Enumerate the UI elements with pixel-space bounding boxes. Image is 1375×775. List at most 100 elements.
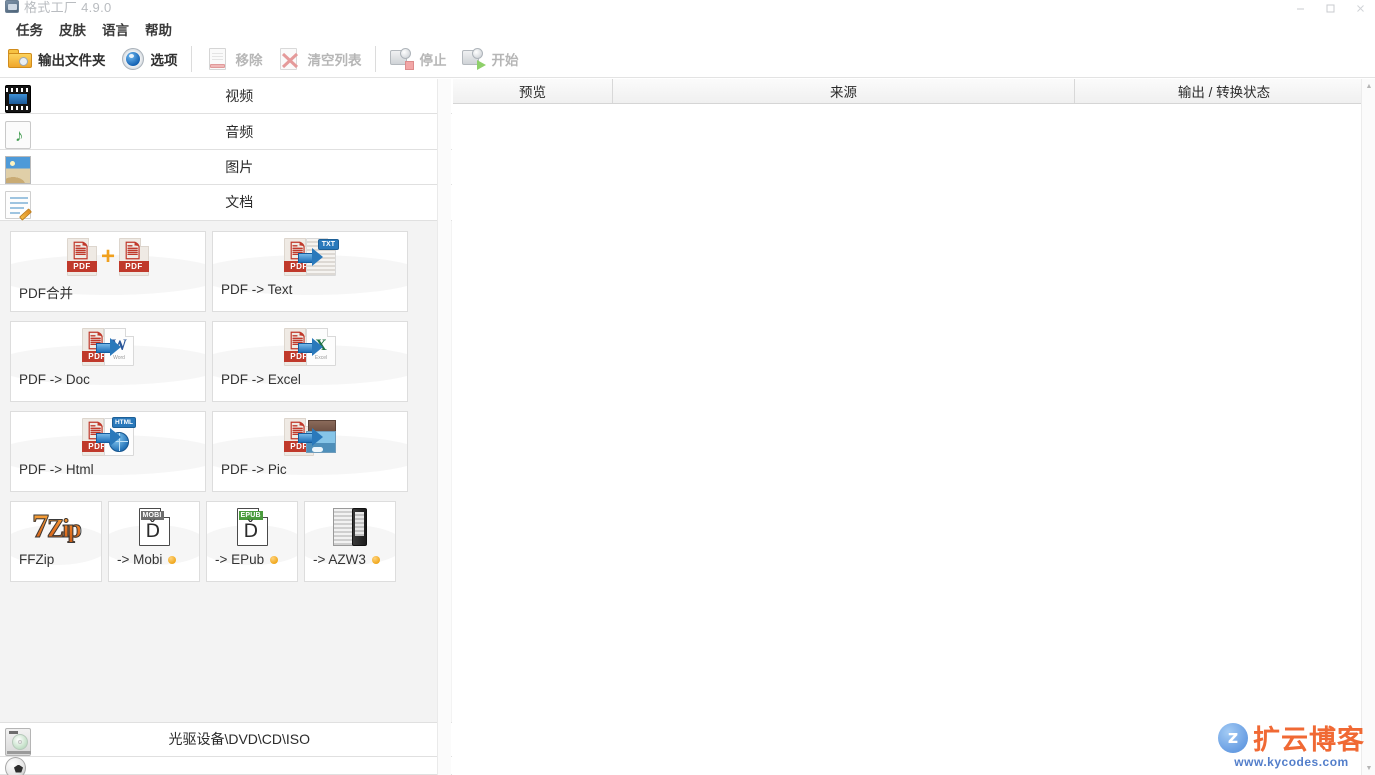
category-video[interactable]: 视频 xyxy=(0,79,452,115)
category-picture-label: 图片 xyxy=(225,158,254,175)
picture-icon xyxy=(5,155,32,184)
tile-label: FFZip xyxy=(19,552,55,567)
tile-to-epub[interactable]: EPUB Ď -> EPub xyxy=(206,501,298,582)
tile-label: -> Mobi xyxy=(117,552,163,567)
category-picture[interactable]: 图片 xyxy=(0,149,452,186)
document-pencil-icon xyxy=(5,191,33,222)
remove-button[interactable]: 移除 xyxy=(198,42,270,76)
to-mobi-icon: MOBI Ď xyxy=(109,502,199,552)
menu-bar: 任务 皮肤 语言 帮助 xyxy=(0,18,1375,39)
clear-list-icon xyxy=(277,46,303,72)
pdf-to-doc-icon: 🗎 PDF W Word xyxy=(11,322,205,372)
music-note-icon: ♪ xyxy=(5,120,32,149)
stop-icon xyxy=(389,46,415,72)
output-folder-button[interactable]: 输出文件夹 xyxy=(0,42,113,76)
tile-to-azw3[interactable]: -> AZW3 xyxy=(304,501,396,582)
maximize-icon[interactable] xyxy=(1315,0,1345,16)
task-list-body[interactable] xyxy=(453,104,1361,775)
pdf-to-html-icon: 🗎 PDF HTML xyxy=(11,412,205,462)
category-optical-disc-label: 光驱设备\DVD\CD\ISO xyxy=(168,731,311,748)
left-sidebar: 视频 ♪ 音频 图片 文档 🗎 PDF + 🗎 PDF PDF合并 🗎 PDF … xyxy=(0,79,452,775)
close-icon[interactable] xyxy=(1345,0,1375,16)
tile-label: PDF -> Pic xyxy=(221,462,287,477)
optical-disc-icon xyxy=(5,728,32,757)
options-label: 选项 xyxy=(150,52,178,68)
stop-button[interactable]: 停止 xyxy=(382,42,454,76)
window-title: 格式工厂 4.9.0 xyxy=(24,0,112,15)
application-window: 格式工厂 4.9.0 任务 皮肤 语言 帮助 输出文件夹 选项 移除 清空列表 … xyxy=(0,0,1375,775)
tile-label-group: -> EPub xyxy=(207,552,297,567)
pdf-to-text-icon: 🗎 PDF TXT xyxy=(213,232,407,282)
pdf-to-pic-icon: 🗎 PDF xyxy=(213,412,407,462)
menu-language[interactable]: 语言 xyxy=(94,18,137,40)
menu-help[interactable]: 帮助 xyxy=(137,18,180,40)
new-badge-dot xyxy=(270,555,279,564)
tile-row: 7Zip FFZip MOBI Ď -> Mobi EPUB Ď -> EPub… xyxy=(10,501,452,582)
clear-list-label: 清空列表 xyxy=(307,52,362,68)
category-optical-disc[interactable]: 光驱设备\DVD\CD\ISO xyxy=(0,721,452,757)
category-audio-label: 音频 xyxy=(225,123,254,140)
tile-label: PDF合并 xyxy=(19,286,73,301)
tile-row: 🗎PDF + 🗎PDF PDF合并 🗎PDF TXT PDF -> Tex xyxy=(10,231,452,312)
remove-document-icon xyxy=(205,46,231,72)
tile-to-mobi[interactable]: MOBI Ď -> Mobi xyxy=(108,501,200,582)
folder-icon xyxy=(7,46,33,72)
scroll-up-arrow[interactable]: ▲ xyxy=(1362,79,1375,93)
tile-row: 🗎 PDF HTML PDF -> Html 🗎 PDF PDF -> Pic xyxy=(10,411,452,492)
task-list-header: 预览 来源 输出 / 转换状态 xyxy=(453,79,1375,104)
left-panel-scrollbar[interactable] xyxy=(437,79,451,775)
pdf-to-excel-icon: 🗎 PDF X Excel xyxy=(213,322,407,372)
left-bottom-categories: 光驱设备\DVD\CD\ISO xyxy=(0,721,452,775)
to-azw3-icon xyxy=(305,502,395,552)
tile-label-group: -> AZW3 xyxy=(305,552,395,567)
column-preview[interactable]: 预览 xyxy=(453,79,613,103)
tile-pdf-to-doc[interactable]: 🗎 PDF W Word PDF -> Doc xyxy=(10,321,206,402)
pdf-merge-icon: 🗎 PDF + 🗎 PDF xyxy=(11,232,205,282)
tile-label: PDF -> Doc xyxy=(19,372,90,387)
tile-label-group: -> Mobi xyxy=(109,552,199,567)
menu-skin[interactable]: 皮肤 xyxy=(51,18,94,40)
new-badge-dot xyxy=(168,555,177,564)
new-badge-dot xyxy=(371,555,380,564)
output-folder-label: 输出文件夹 xyxy=(38,52,106,68)
conversion-tiles: 🗎PDF + 🗎PDF PDF合并 🗎PDF TXT PDF -> Tex xyxy=(0,221,452,775)
remove-label: 移除 xyxy=(235,52,263,68)
toolbar: 输出文件夹 选项 移除 清空列表 停止 开始 xyxy=(0,40,1375,78)
menu-task[interactable]: 任务 xyxy=(8,18,51,40)
tile-pdf-to-excel[interactable]: 🗎 PDF X Excel PDF -> Excel xyxy=(212,321,408,402)
title-bar: 格式工厂 4.9.0 xyxy=(0,0,1375,16)
minimize-icon[interactable] xyxy=(1285,0,1315,16)
column-source[interactable]: 来源 xyxy=(613,79,1075,103)
options-button[interactable]: 选项 xyxy=(113,42,185,76)
window-controls xyxy=(1285,0,1375,16)
tile-row: 🗎 PDF W Word PDF -> Doc 🗎 PDF X Excel PDF ->… xyxy=(10,321,452,402)
tile-pdf-to-html[interactable]: 🗎 PDF HTML PDF -> Html xyxy=(10,411,206,492)
tile-label: PDF -> Excel xyxy=(221,372,301,387)
task-list-scrollbar[interactable]: ▲ ▼ xyxy=(1361,79,1375,775)
column-output-status[interactable]: 输出 / 转换状态 xyxy=(1075,79,1373,103)
tile-pdf-merge[interactable]: 🗎 PDF + 🗎 PDF PDF合并 xyxy=(10,231,206,312)
tile-label: PDF -> Html xyxy=(19,462,94,477)
start-label: 开始 xyxy=(491,52,519,68)
category-audio[interactable]: ♪ 音频 xyxy=(0,114,452,150)
gear-icon xyxy=(120,46,146,72)
tile-ffzip[interactable]: 7Zip FFZip xyxy=(10,501,102,582)
film-strip-icon xyxy=(5,85,32,114)
category-tools[interactable] xyxy=(0,756,452,775)
start-button[interactable]: 开始 xyxy=(454,42,526,76)
start-icon xyxy=(461,46,487,72)
clear-list-button[interactable]: 清空列表 xyxy=(270,42,369,76)
tile-label: PDF -> Text xyxy=(221,282,293,297)
tools-icon xyxy=(5,756,27,775)
toolbar-separator-1 xyxy=(190,45,192,72)
category-document-label: 文档 xyxy=(225,194,254,211)
scroll-down-arrow[interactable]: ▼ xyxy=(1362,761,1375,775)
tile-pdf-to-pic[interactable]: 🗎 PDF PDF -> Pic xyxy=(212,411,408,492)
tile-label: -> AZW3 xyxy=(313,552,366,567)
app-icon xyxy=(5,0,19,13)
tile-label: -> EPub xyxy=(215,552,265,567)
tile-pdf-to-text[interactable]: 🗎 PDF TXT PDF -> Text xyxy=(212,231,408,312)
to-epub-icon: EPUB Ď xyxy=(207,502,297,552)
toolbar-separator-2 xyxy=(374,45,376,72)
category-document[interactable]: 文档 xyxy=(0,185,452,222)
